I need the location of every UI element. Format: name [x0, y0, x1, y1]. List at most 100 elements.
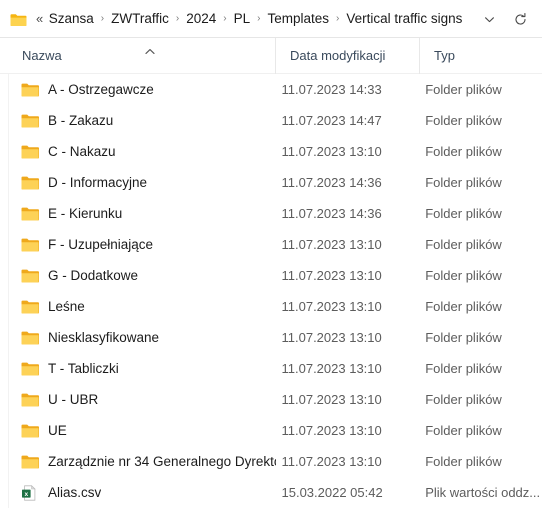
column-header-date-modified[interactable]: Data modyfikacji	[275, 37, 419, 74]
table-row[interactable]: x Alias.csv 15.03.2022 05:42 Plik wartości …	[9, 477, 542, 508]
folder-icon	[21, 455, 39, 468]
file-date-modified-cell: 11.07.2023 13:10	[281, 330, 382, 345]
file-name-cell[interactable]: Niesklasyfikowane	[9, 330, 276, 346]
file-name-cell[interactable]: F - Uzupełniające	[9, 237, 276, 253]
file-type-cell: Folder plików	[425, 392, 502, 407]
file-name-label: Niesklasyfikowane	[48, 330, 160, 345]
chevron-right-icon: ›	[100, 13, 105, 24]
file-name-cell[interactable]: G - Dodatkowe	[9, 268, 276, 284]
breadcrumb-item-zwtraffic[interactable]: ZWTraffic	[111, 11, 169, 26]
file-date-modified-cell: 11.07.2023 13:10	[281, 361, 382, 376]
table-row[interactable]: F - Uzupełniające 11.07.2023 13:10 Folder …	[9, 229, 542, 260]
chevron-right-icon: ›	[175, 13, 180, 24]
file-name-label: F - Uzupełniające	[48, 237, 154, 252]
table-row[interactable]: B - Zakazu 11.07.2023 14:47 Folder plików	[9, 105, 542, 136]
file-name-cell[interactable]: E - Kierunku	[9, 206, 276, 222]
file-date-modified-cell: 11.07.2023 13:10	[281, 144, 382, 159]
file-name-cell[interactable]: Leśne	[9, 299, 276, 315]
breadcrumb-item-szansa[interactable]: Szansa	[49, 11, 94, 26]
table-row[interactable]: E - Kierunku 11.07.2023 14:36 Folder plikó…	[9, 198, 542, 229]
column-header-type[interactable]: Typ	[419, 37, 542, 74]
folder-icon	[21, 83, 39, 96]
file-date-modified-cell: 11.07.2023 13:10	[281, 299, 382, 314]
breadcrumb-item-vertical-traffic-signs[interactable]: Vertical traffic signs	[346, 11, 462, 26]
folder-icon	[10, 13, 27, 27]
file-date-modified-cell: 11.07.2023 13:10	[281, 268, 382, 283]
file-name-label: D - Informacyjne	[48, 175, 148, 190]
file-date-modified-cell: 11.07.2023 14:33	[281, 82, 382, 97]
folder-icon	[21, 114, 39, 127]
file-name-label: E - Kierunku	[48, 206, 123, 221]
file-name-label: B - Zakazu	[48, 113, 114, 128]
file-name-label: C - Nakazu	[48, 144, 116, 159]
table-row[interactable]: D - Informacyjne 11.07.2023 14:36 Folder p…	[9, 167, 542, 198]
file-type-cell: Folder plików	[425, 82, 502, 97]
folder-icon	[21, 300, 39, 313]
file-type-cell: Folder plików	[425, 144, 502, 159]
file-type-cell: Folder plików	[425, 237, 502, 252]
folder-icon	[21, 238, 39, 251]
file-name-cell[interactable]: C - Nakazu	[9, 144, 276, 160]
file-name-label: Leśne	[48, 299, 85, 314]
file-name-cell[interactable]: U - UBR	[9, 392, 276, 408]
file-name-cell[interactable]: A - Ostrzegawcze	[9, 82, 276, 98]
file-type-cell: Folder plików	[425, 299, 502, 314]
file-type-cell: Plik wartości oddz...	[425, 485, 541, 500]
table-row[interactable]: C - Nakazu 11.07.2023 13:10 Folder plików	[9, 136, 542, 167]
chevron-right-icon: ›	[223, 13, 227, 24]
file-list: A - Ostrzegawcze 11.07.2023 14:33 Folder p…	[8, 74, 542, 508]
table-row[interactable]: U - UBR 11.07.2023 13:10 Folder plików	[9, 384, 542, 415]
file-type-cell: Folder plików	[425, 423, 502, 438]
file-name-label: UE	[48, 423, 67, 438]
table-row[interactable]: T - Tabliczki 11.07.2023 13:10 Folder plik…	[9, 353, 542, 384]
file-date-modified-cell: 11.07.2023 14:36	[281, 206, 382, 221]
chevron-right-icon: ›	[257, 13, 261, 24]
file-name-cell[interactable]: x Alias.csv	[9, 484, 276, 501]
folder-icon	[21, 424, 39, 437]
file-name-label: T - Tabliczki	[48, 361, 119, 376]
breadcrumb-item-2024[interactable]: 2024	[186, 11, 216, 26]
breadcrumb-item-pl[interactable]: PL	[234, 11, 251, 26]
chevron-down-icon	[485, 16, 494, 22]
file-date-modified-cell: 11.07.2023 13:10	[281, 392, 382, 407]
folder-icon	[21, 393, 39, 406]
folder-icon	[21, 145, 39, 158]
breadcrumb-overflow-button[interactable]: «	[36, 11, 43, 26]
file-name-cell[interactable]: D - Informacyjne	[9, 175, 276, 191]
svg-text:x: x	[24, 491, 28, 498]
refresh-icon	[515, 12, 526, 25]
breadcrumb-item-templates[interactable]: Templates	[267, 11, 329, 26]
file-name-label: U - UBR	[48, 392, 99, 407]
file-name-cell[interactable]: UE	[9, 423, 276, 439]
file-date-modified-cell: 11.07.2023 14:47	[281, 113, 382, 128]
file-date-modified-cell: 11.07.2023 13:10	[281, 454, 382, 469]
file-date-modified-cell: 11.07.2023 13:10	[281, 237, 382, 252]
table-row[interactable]: A - Ostrzegawcze 11.07.2023 14:33 Folder p…	[9, 74, 542, 105]
column-header-row: Nazwa Data modyfikacji Typ	[0, 37, 542, 74]
file-name-cell[interactable]: Zarządznie nr 34 Generalnego Dyrektora .…	[9, 454, 276, 470]
table-row[interactable]: Zarządznie nr 34 Generalnego Dyrektora .…	[9, 446, 542, 477]
address-bar[interactable]: « Szansa › ZWTraffic › 2024 › PL › Templ…	[0, 0, 542, 38]
file-name-cell[interactable]: B - Zakazu	[9, 113, 276, 129]
table-row[interactable]: UE 11.07.2023 13:10 Folder plików	[9, 415, 542, 446]
table-row[interactable]: G - Dodatkowe 11.07.2023 13:10 Folder plik…	[9, 260, 542, 291]
folder-icon	[21, 207, 39, 220]
file-type-cell: Folder plików	[425, 268, 502, 283]
file-type-cell: Folder plików	[425, 361, 502, 376]
breadcrumb: Szansa › ZWTraffic › 2024 › PL › Templat…	[49, 11, 463, 26]
breadcrumb-dropdown-button[interactable]	[474, 0, 505, 38]
address-bar-actions	[474, 0, 542, 38]
csv-file-icon: x	[22, 484, 36, 501]
file-type-cell: Folder plików	[425, 454, 502, 469]
table-row[interactable]: Leśne 11.07.2023 13:10 Folder plików	[9, 291, 542, 322]
folder-icon	[21, 362, 39, 375]
file-type-cell: Folder plików	[425, 175, 502, 190]
file-type-cell: Folder plików	[425, 330, 502, 345]
file-date-modified-cell: 11.07.2023 13:10	[281, 423, 382, 438]
column-header-name[interactable]: Nazwa	[0, 38, 275, 74]
table-row[interactable]: Niesklasyfikowane 11.07.2023 13:10 Folder …	[9, 322, 542, 353]
folder-icon	[21, 176, 39, 189]
file-name-cell[interactable]: T - Tabliczki	[9, 361, 276, 377]
refresh-button[interactable]	[505, 0, 536, 38]
file-name-label: G - Dodatkowe	[48, 268, 139, 283]
